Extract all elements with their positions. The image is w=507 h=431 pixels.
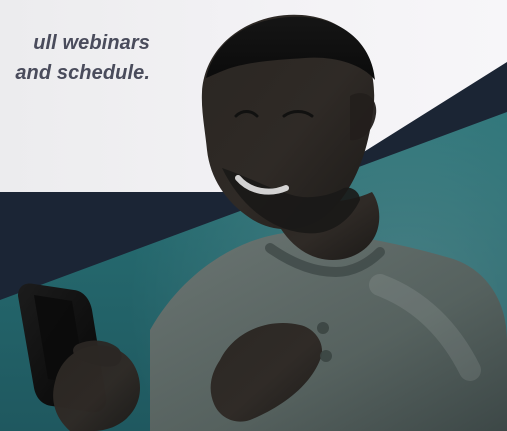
shirt-button	[320, 350, 332, 362]
ear	[350, 93, 377, 141]
shirt-button	[317, 322, 329, 334]
hero-section: ull webinars and schedule.	[0, 0, 507, 431]
man-with-phone-photo	[18, 14, 507, 431]
